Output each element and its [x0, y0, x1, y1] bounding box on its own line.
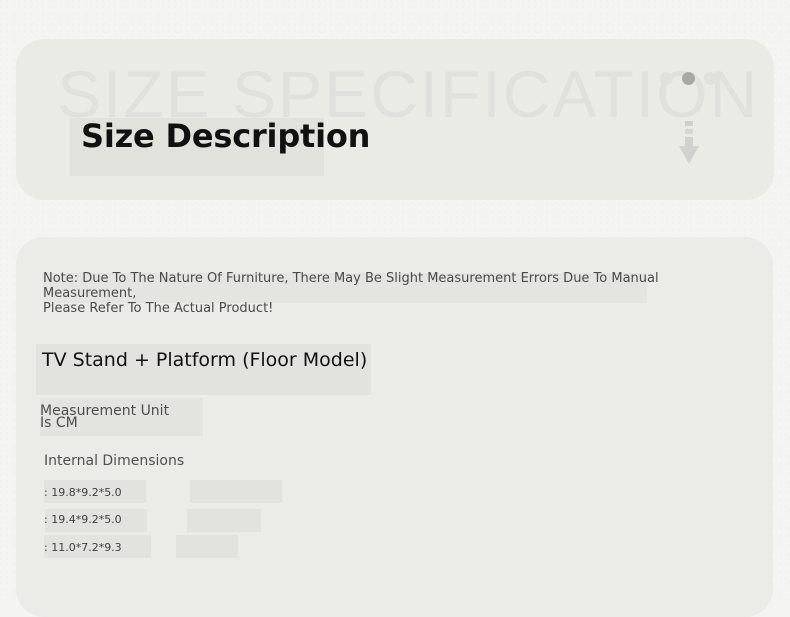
page-title: Size Description: [81, 117, 371, 155]
carousel-dot-1[interactable]: [660, 72, 673, 85]
dimension-row-backdrop: [176, 535, 238, 558]
measurement-note: Note: Due To The Nature Of Furniture, Th…: [43, 271, 659, 316]
dimension-row: : 19.4*9.2*5.0: [44, 513, 122, 526]
internal-dimensions-heading: Internal Dimensions: [44, 453, 185, 469]
carousel-indicators[interactable]: [660, 72, 720, 86]
down-arrow-icon: [679, 121, 699, 164]
carousel-dot-3[interactable]: [704, 72, 717, 85]
measurement-unit-label: Measurement Unit Is CM: [40, 403, 170, 431]
carousel-dot-2[interactable]: [682, 72, 695, 85]
dimension-row-backdrop: [190, 480, 282, 503]
dimension-row: : 11.0*7.2*9.3: [44, 541, 122, 554]
size-details-card: Note: Due To The Nature Of Furniture, Th…: [16, 237, 773, 617]
dimension-row: : 19.8*9.2*5.0: [44, 486, 122, 499]
dimension-row-backdrop: [187, 509, 261, 532]
product-model-title: TV Stand + Platform (Floor Model): [42, 349, 368, 371]
size-header-card: SIZE SPECIFICATION Size Description: [16, 39, 774, 200]
